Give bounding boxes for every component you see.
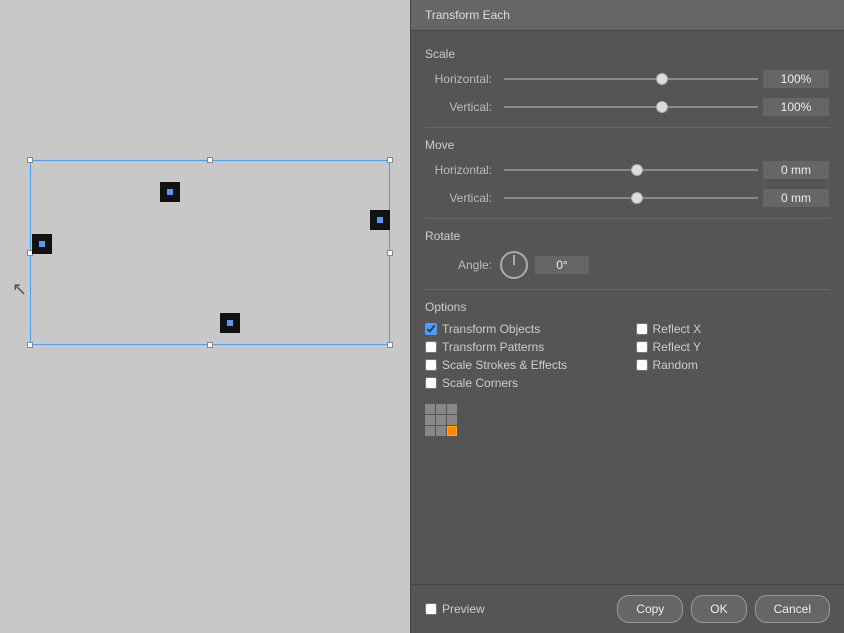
handle-bm[interactable] xyxy=(207,342,213,348)
grid-pt-ml[interactable] xyxy=(425,415,435,425)
rotate-angle-label: Angle: xyxy=(425,258,500,272)
panel-body: Scale Horizontal: Vertical: Move Horizon… xyxy=(411,31,844,584)
grid-pt-tm[interactable] xyxy=(436,404,446,414)
grid-pt-br[interactable] xyxy=(447,426,457,436)
move-horizontal-row: Horizontal: xyxy=(425,160,830,180)
options-grid: Transform Objects Reflect X Transform Pa… xyxy=(425,322,830,390)
scale-horizontal-label: Horizontal: xyxy=(425,72,500,86)
grid-pt-tr[interactable] xyxy=(447,404,457,414)
canvas-area: ↖ xyxy=(0,0,410,633)
handle-br[interactable] xyxy=(387,342,393,348)
scale-vertical-slider[interactable] xyxy=(504,106,758,108)
checkbox-transform-objects[interactable]: Transform Objects xyxy=(425,322,620,336)
move-horizontal-label: Horizontal: xyxy=(425,163,500,177)
grid-pt-bl[interactable] xyxy=(425,426,435,436)
move-vertical-row: Vertical: xyxy=(425,188,830,208)
copy-button[interactable]: Copy xyxy=(617,595,683,623)
handle-mr[interactable] xyxy=(387,250,393,256)
rotate-angle-input[interactable] xyxy=(534,255,590,275)
checkbox-scale-corners[interactable]: Scale Corners xyxy=(425,376,620,390)
preview-label: Preview xyxy=(442,602,485,616)
cursor-arrow: ↖ xyxy=(12,280,27,298)
rotate-dial[interactable] xyxy=(500,251,528,279)
transform-each-panel: Transform Each Scale Horizontal: Vertica… xyxy=(410,0,844,633)
handle-tm[interactable] xyxy=(207,157,213,163)
panel-footer: Preview Copy OK Cancel xyxy=(411,584,844,633)
scale-horizontal-row: Horizontal: xyxy=(425,69,830,89)
scale-horizontal-input[interactable] xyxy=(762,69,830,89)
transform-origin-grid[interactable] xyxy=(425,404,830,436)
grid-pt-bm[interactable] xyxy=(436,426,446,436)
scale-vertical-row: Vertical: xyxy=(425,97,830,117)
handle-bl[interactable] xyxy=(27,342,33,348)
checkbox-reflect-x[interactable]: Reflect X xyxy=(636,322,831,336)
selection-box xyxy=(30,160,390,345)
object-1[interactable] xyxy=(160,182,180,202)
scale-vertical-label: Vertical: xyxy=(425,100,500,114)
move-section-label: Move xyxy=(425,138,830,152)
grid-pt-mm[interactable] xyxy=(436,415,446,425)
options-section-label: Options xyxy=(425,300,830,314)
panel-title: Transform Each xyxy=(411,0,844,31)
canvas-content xyxy=(30,160,390,345)
scale-section-label: Scale xyxy=(425,47,830,61)
grid-pt-mr[interactable] xyxy=(447,415,457,425)
rotate-section-label: Rotate xyxy=(425,229,830,243)
move-vertical-input[interactable] xyxy=(762,188,830,208)
checkbox-random[interactable]: Random xyxy=(636,358,831,372)
object-3[interactable] xyxy=(32,234,52,254)
preview-checkbox[interactable] xyxy=(425,603,437,615)
cancel-button[interactable]: Cancel xyxy=(755,595,830,623)
rotate-row: Angle: xyxy=(425,251,830,279)
scale-vertical-input[interactable] xyxy=(762,97,830,117)
ok-button[interactable]: OK xyxy=(691,595,746,623)
move-vertical-slider[interactable] xyxy=(504,197,758,199)
handle-tl[interactable] xyxy=(27,157,33,163)
divider-2 xyxy=(425,218,830,219)
move-vertical-label: Vertical: xyxy=(425,191,500,205)
move-horizontal-slider[interactable] xyxy=(504,169,758,171)
divider-1 xyxy=(425,127,830,128)
handle-tr[interactable] xyxy=(387,157,393,163)
grid-pt-tl[interactable] xyxy=(425,404,435,414)
checkbox-reflect-y[interactable]: Reflect Y xyxy=(636,340,831,354)
checkbox-scale-strokes[interactable]: Scale Strokes & Effects xyxy=(425,358,620,372)
object-4[interactable] xyxy=(220,313,240,333)
move-horizontal-input[interactable] xyxy=(762,160,830,180)
object-2[interactable] xyxy=(370,210,390,230)
checkbox-transform-patterns[interactable]: Transform Patterns xyxy=(425,340,620,354)
preview-checkbox-row[interactable]: Preview xyxy=(425,602,485,616)
scale-horizontal-slider[interactable] xyxy=(504,78,758,80)
divider-3 xyxy=(425,289,830,290)
